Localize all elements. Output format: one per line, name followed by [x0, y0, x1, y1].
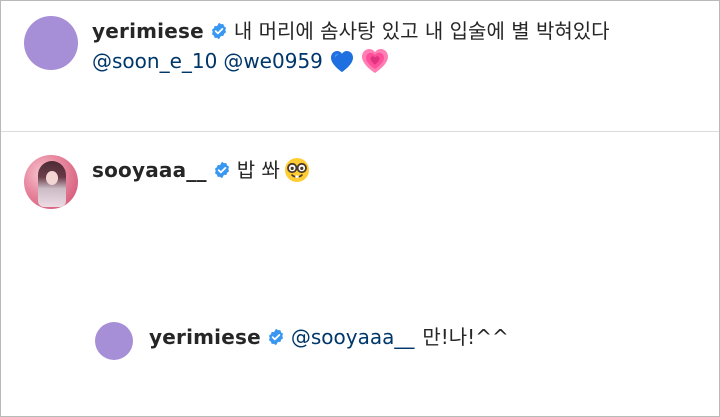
- comment-mentions-line: @soon_e_10 @we0959: [92, 46, 610, 76]
- avatar[interactable]: [95, 322, 133, 360]
- verified-badge-icon: [268, 328, 283, 346]
- avatar[interactable]: [24, 155, 78, 209]
- comment-item: yerimiese 내 머리에 솜사탕 있고 내 입술에 별 박혀있다 @soo…: [24, 16, 610, 76]
- comment-body: yerimiese @sooyaaa__ 만!나!^^: [149, 322, 509, 352]
- nerd-face-icon: [284, 158, 309, 182]
- mention-link[interactable]: @we0959: [223, 46, 323, 76]
- growing-heart-icon: [361, 49, 388, 73]
- avatar[interactable]: [24, 16, 78, 70]
- comment-header-line: sooyaaa__ 밥 쏴: [92, 155, 310, 185]
- comment-item: sooyaaa__ 밥 쏴: [24, 155, 310, 209]
- comment-text: 내 머리에 솜사탕 있고 내 입술에 별 박혀있다: [233, 19, 610, 43]
- comments-panel: yerimiese 내 머리에 솜사탕 있고 내 입술에 별 박혀있다 @soo…: [0, 0, 720, 417]
- comment-username[interactable]: yerimiese: [92, 16, 204, 46]
- divider: [1, 131, 719, 132]
- comment-username[interactable]: yerimiese: [149, 322, 261, 352]
- comment-header-line: yerimiese @sooyaaa__ 만!나!^^: [149, 322, 509, 352]
- reply-item: yerimiese @sooyaaa__ 만!나!^^: [95, 322, 509, 360]
- comment-text: 밥 쏴: [236, 158, 280, 182]
- comment-body: sooyaaa__ 밥 쏴: [92, 155, 310, 185]
- comment-text: 만!나!^^: [422, 325, 509, 349]
- mention-link[interactable]: @sooyaaa__: [291, 322, 415, 352]
- mention-link[interactable]: @soon_e_10: [92, 46, 217, 76]
- comment-username[interactable]: sooyaaa__: [92, 155, 207, 185]
- blue-heart-icon: [330, 51, 353, 72]
- verified-badge-icon: [214, 161, 229, 179]
- verified-badge-icon: [211, 22, 226, 40]
- comment-body: yerimiese 내 머리에 솜사탕 있고 내 입술에 별 박혀있다 @soo…: [92, 16, 610, 76]
- comment-header-line: yerimiese 내 머리에 솜사탕 있고 내 입술에 별 박혀있다: [92, 16, 610, 46]
